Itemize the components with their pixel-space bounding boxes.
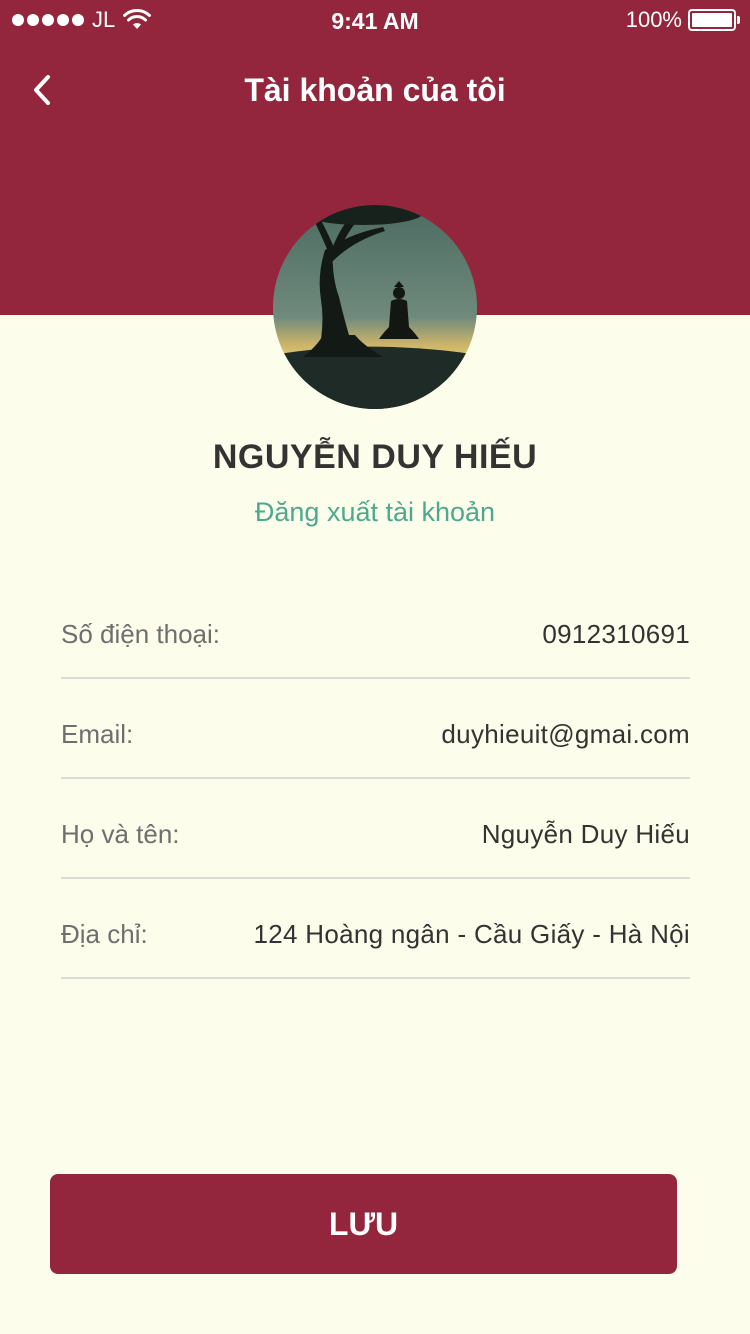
info-row-address: Địa chỉ: 124 Hoàng ngân - Cầu Giấy - Hà … [61, 879, 690, 979]
info-row-phone: Số điện thoại: 0912310691 [61, 579, 690, 679]
address-label: Địa chỉ: [61, 918, 148, 949]
status-bar: JL 9:41 AM 100% [0, 0, 750, 40]
account-info-list: Số điện thoại: 0912310691 Email: duyhieu… [61, 579, 690, 979]
avatar[interactable] [273, 205, 477, 409]
save-button[interactable]: LƯU [50, 1174, 677, 1274]
logout-link[interactable]: Đăng xuất tài khoản [0, 494, 750, 530]
battery-full-icon [688, 9, 740, 31]
info-row-email: Email: duyhieuit@gmai.com [61, 679, 690, 779]
account-screen: JL 9:41 AM 100% Tài khoản của tôi NGUYỄN… [0, 0, 750, 1334]
fullname-label: Họ và tên: [61, 818, 180, 849]
status-right: 100% [625, 7, 740, 32]
avatar-image [273, 205, 477, 409]
address-value[interactable]: 124 Hoàng ngân - Cầu Giấy - Hà Nội [253, 919, 690, 950]
profile-name: NGUYỄN DUY HIẾU [212, 438, 538, 476]
page-title: Tài khoản của tôi [244, 72, 506, 108]
navigation-bar: Tài khoản của tôi [0, 60, 750, 120]
info-row-fullname: Họ và tên: Nguyễn Duy Hiếu [61, 779, 690, 879]
email-value[interactable]: duyhieuit@gmai.com [441, 719, 690, 750]
email-label: Email: [61, 718, 134, 749]
phone-label: Số điện thoại: [61, 618, 221, 649]
fullname-value[interactable]: Nguyễn Duy Hiếu [482, 819, 690, 850]
phone-value[interactable]: 0912310691 [542, 619, 690, 650]
battery-percentage: 100% [625, 7, 682, 32]
